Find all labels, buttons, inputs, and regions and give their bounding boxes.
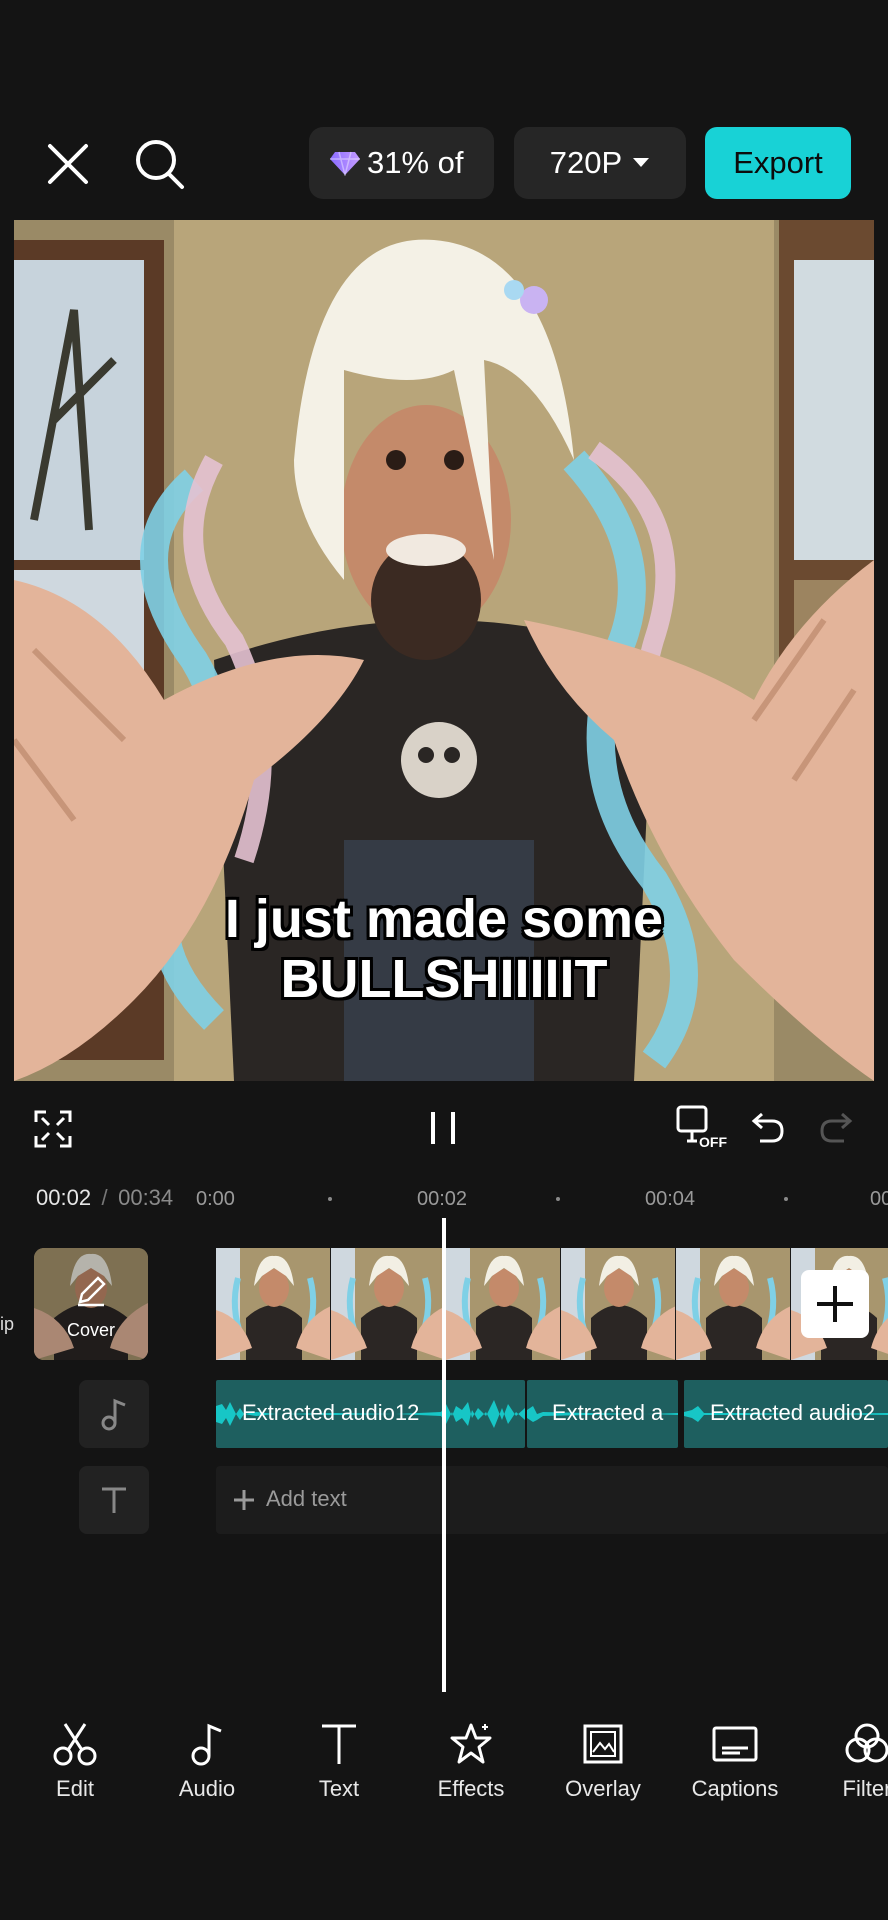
music-note-icon [191,1723,222,1766]
toolbar-label: Overlay [565,1776,641,1801]
add-clip-button[interactable] [801,1270,869,1338]
text-t-icon [322,1724,356,1764]
text-t-icon [102,1487,126,1513]
usage-text: 31% of [367,145,464,180]
ruler-dot [328,1197,332,1201]
scissors-icon [53,1723,97,1766]
time-separator: / [101,1185,108,1210]
toolbar-audio[interactable]: Audio [147,1722,267,1802]
caret-down-icon [633,158,650,167]
fullscreen-icon [34,1110,72,1148]
search-icon [136,140,184,189]
close-icon [48,144,88,184]
pencil-icon [78,1276,106,1307]
overlay-image-icon [583,1724,623,1764]
plus-icon [234,1490,254,1510]
undo-icon [751,1112,784,1143]
toolbar-label: Filter [842,1776,888,1801]
audio-segment-label: Extracted audio2 [710,1400,876,1425]
audio-segment[interactable]: Extracted audio12 [216,1380,525,1448]
captions-icon [712,1726,758,1762]
resolution-dropdown[interactable]: 720P [514,127,686,199]
ruler-label: 00:02 [417,1188,468,1210]
gem-icon [330,151,360,176]
toolbar-edit[interactable]: Edit [15,1722,135,1802]
pause-icon [431,1112,455,1144]
usage-badge[interactable]: 31% of [309,127,494,199]
music-note-icon [101,1398,126,1431]
ruler-label: 00:04 [645,1188,696,1210]
audio-segment-label: Extracted audio12 [242,1400,420,1425]
video-preview[interactable]: I just made some BULLSHIIIIIT [14,220,874,1081]
toolbar-label: Effects [437,1776,505,1801]
audio-segment-label: Extracted a [552,1400,664,1425]
loop-badge: OFF [699,1134,727,1150]
redo-icon [820,1112,853,1143]
resolution-value: 720P [549,145,623,180]
audio-segment[interactable]: Extracted a [527,1380,678,1448]
ruler-label: 0:00 [196,1188,235,1210]
toolbar-filter[interactable]: Filter [807,1722,888,1802]
toolbar-captions[interactable]: Captions [675,1722,795,1802]
playhead[interactable] [442,1218,446,1692]
export-button[interactable]: Export [705,127,851,199]
cover-button[interactable]: Cover [34,1248,148,1360]
ruler-dot [784,1197,788,1201]
close-button[interactable] [44,140,92,188]
undo-button[interactable] [750,1108,786,1144]
add-text-label: Add text [266,1486,347,1511]
video-clip-thumbnails [216,1248,888,1360]
redo-button[interactable] [818,1108,854,1144]
text-track-button[interactable] [79,1466,149,1534]
toolbar-text[interactable]: Text [279,1722,399,1802]
cover-label: Cover [66,1320,115,1340]
filter-icon [845,1723,888,1763]
toolbar-label: Text [318,1776,360,1801]
pause-button[interactable] [428,1108,460,1148]
ruler-label: 00 [870,1188,888,1210]
current-time: 00:02 [36,1185,92,1210]
fullscreen-button[interactable] [34,1110,72,1148]
loop-toggle[interactable]: OFF [675,1104,727,1152]
toolbar-label: Edit [56,1776,94,1801]
add-text-button[interactable]: Add text [216,1466,888,1534]
time-display: 00:02 / 00:34 [36,1185,173,1211]
caption-line-1: I just made some [224,889,664,949]
audio-segment[interactable]: Extracted audio2 [684,1380,888,1448]
track-side-label: ip [0,1314,15,1334]
toolbar-effects[interactable]: Effects [411,1722,531,1802]
search-button[interactable] [132,136,186,192]
ruler-dot [556,1197,560,1201]
effects-star-icon [450,1723,492,1764]
caption-line-2: BULLSHIIIIIT [280,949,608,1009]
audio-track-button[interactable] [79,1380,149,1448]
toolbar-overlay[interactable]: Overlay [543,1722,663,1802]
total-time: 00:34 [118,1185,174,1210]
toolbar-label: Captions [691,1776,779,1801]
plus-icon [817,1286,853,1322]
toolbar-label: Audio [178,1776,236,1801]
video-clip-strip[interactable] [216,1248,888,1360]
